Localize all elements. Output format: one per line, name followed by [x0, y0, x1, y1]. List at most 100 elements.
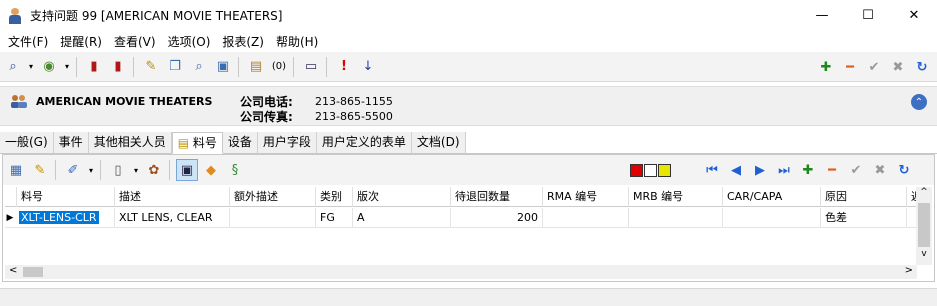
- cancel-row-icon[interactable]: ✖: [869, 159, 891, 181]
- menu-reminders[interactable]: 提醒(R): [60, 33, 102, 50]
- indicator-red: [630, 163, 643, 177]
- toolbar-separator: [169, 160, 170, 180]
- table-row[interactable]: ▶ XLT-LENS-CLR XLT LENS, CLEAR FG A 200 …: [5, 208, 927, 228]
- hscroll-thumb[interactable]: [23, 267, 43, 277]
- arrow-down-icon[interactable]: ↓: [357, 56, 379, 78]
- cell-category[interactable]: FG: [316, 208, 353, 228]
- refresh-row-icon[interactable]: ↻: [893, 159, 915, 181]
- cell-car-capa[interactable]: [723, 208, 821, 228]
- book-red-icon[interactable]: ▮: [83, 56, 105, 78]
- dropdown-arrow-icon[interactable]: ▾: [62, 56, 72, 78]
- tab-other-contacts[interactable]: 其他相关人员: [88, 132, 172, 153]
- edit-icon[interactable]: ✎: [29, 159, 51, 181]
- toolbar-separator: [76, 56, 77, 77]
- col-return-qty[interactable]: 待退回数量: [451, 187, 543, 207]
- link-icon[interactable]: §: [224, 159, 246, 181]
- menu-file[interactable]: 文件(F): [8, 33, 48, 50]
- col-revision[interactable]: 版次: [353, 187, 451, 207]
- document-icon[interactable]: ▯: [107, 159, 129, 181]
- first-record-icon[interactable]: ⏮: [701, 159, 723, 181]
- contacts-icon: [11, 95, 27, 108]
- tab-equipment[interactable]: 设备: [222, 132, 258, 153]
- window-icon[interactable]: ▣: [212, 56, 234, 78]
- company-name: AMERICAN MOVIE THEATERS: [36, 95, 213, 108]
- scroll-left-icon[interactable]: <: [9, 265, 17, 276]
- cell-part-number[interactable]: XLT-LENS-CLR: [15, 208, 115, 228]
- edit-note-icon[interactable]: ✎: [140, 56, 162, 78]
- prev-record-icon[interactable]: ◀: [725, 159, 747, 181]
- col-description[interactable]: 描述: [115, 187, 230, 207]
- col-part-number[interactable]: 料号: [17, 187, 115, 207]
- refresh-icon[interactable]: ↻: [911, 56, 933, 78]
- card-select-icon[interactable]: ▣: [176, 159, 198, 181]
- scroll-right-icon[interactable]: >: [905, 265, 913, 276]
- menu-bar: 文件(F) 提醒(R) 查看(V) 选项(O) 报表(Z) 帮助(H): [0, 31, 937, 52]
- scroll-down-icon[interactable]: v: [916, 249, 932, 263]
- menu-view[interactable]: 查看(V): [114, 33, 156, 50]
- copy-icon[interactable]: ❐: [164, 56, 186, 78]
- scroll-up-icon[interactable]: ^: [916, 187, 932, 201]
- menu-options[interactable]: 选项(O): [168, 33, 211, 50]
- dropdown-arrow-icon[interactable]: ▾: [26, 56, 36, 78]
- binoculars-icon[interactable]: ⌕: [2, 56, 24, 78]
- attachment-icon[interactable]: ▤: [245, 56, 267, 78]
- dropdown-arrow-icon[interactable]: ▾: [131, 159, 141, 181]
- add-row-icon[interactable]: ✚: [797, 159, 819, 181]
- alert-icon[interactable]: !: [333, 56, 355, 78]
- cell-rma-number[interactable]: [543, 208, 629, 228]
- remove-icon[interactable]: ━: [839, 56, 861, 78]
- close-button[interactable]: ✕: [891, 0, 937, 31]
- app-icon: [8, 7, 22, 24]
- cell-return-qty[interactable]: 200: [451, 208, 543, 228]
- scroll-thumb[interactable]: [918, 203, 930, 247]
- book-red-icon[interactable]: ▮: [107, 56, 129, 78]
- tab-strip: 一般(G) 事件 其他相关人员 ▤ 料号 设备 用户字段 用户定义的表单 文档(…: [0, 132, 937, 154]
- tab-documents[interactable]: 文档(D): [411, 132, 466, 153]
- row-header-spacer: [5, 187, 17, 207]
- col-rma-number[interactable]: RMA 编号: [543, 187, 629, 207]
- col-mrb-number[interactable]: MRB 编号: [629, 187, 723, 207]
- maximize-button[interactable]: ☐: [845, 0, 891, 31]
- attachment-count: (0): [271, 61, 287, 72]
- vertical-scrollbar[interactable]: ^ v: [916, 187, 932, 265]
- card-icon[interactable]: ▭: [300, 56, 322, 78]
- next-record-icon[interactable]: ▶: [749, 159, 771, 181]
- globe-tool-icon[interactable]: ◉: [38, 56, 60, 78]
- collapse-header-icon[interactable]: ⌃: [911, 94, 927, 110]
- delete-row-icon[interactable]: ━: [821, 159, 843, 181]
- tab-general[interactable]: 一般(G): [0, 132, 54, 153]
- col-reason[interactable]: 原因: [821, 187, 907, 207]
- col-car-capa[interactable]: CAR/CAPA: [723, 187, 821, 207]
- menu-help[interactable]: 帮助(H): [276, 33, 318, 50]
- cell-extra-description[interactable]: [230, 208, 316, 228]
- cell-revision[interactable]: A: [353, 208, 451, 228]
- pen-icon[interactable]: ✐: [62, 159, 84, 181]
- add-icon[interactable]: ✚: [815, 56, 837, 78]
- cell-mrb-number[interactable]: [629, 208, 723, 228]
- box-icon[interactable]: ◆: [200, 159, 222, 181]
- part-tab-icon: ▤: [177, 136, 193, 150]
- toolbar-separator: [326, 56, 327, 77]
- save-row-icon[interactable]: ✔: [845, 159, 867, 181]
- tab-user-fields[interactable]: 用户字段: [257, 132, 317, 153]
- window-title: 支持问题 99 [AMERICAN MOVIE THEATERS]: [30, 9, 283, 23]
- cancel-icon[interactable]: ✖: [887, 56, 909, 78]
- palette-icon[interactable]: ✿: [143, 159, 165, 181]
- search-doc-icon[interactable]: ⌕: [188, 56, 210, 78]
- cell-description[interactable]: XLT LENS, CLEAR: [115, 208, 230, 228]
- col-extra-description[interactable]: 额外描述: [230, 187, 316, 207]
- col-category[interactable]: 类别: [316, 187, 353, 207]
- toolbar-separator: [100, 160, 101, 180]
- horizontal-scrollbar[interactable]: < >: [5, 265, 917, 279]
- cell-reason[interactable]: 色差: [821, 208, 907, 228]
- status-bar: [0, 288, 937, 306]
- tab-part-numbers[interactable]: ▤ 料号: [171, 132, 223, 154]
- tab-events[interactable]: 事件: [53, 132, 89, 153]
- tab-user-forms[interactable]: 用户定义的表单: [316, 132, 412, 153]
- menu-reports[interactable]: 报表(Z): [222, 33, 264, 50]
- last-record-icon[interactable]: ⏭: [773, 159, 795, 181]
- dropdown-arrow-icon[interactable]: ▾: [86, 159, 96, 181]
- confirm-icon[interactable]: ✔: [863, 56, 885, 78]
- grid-view-icon[interactable]: ▦: [5, 159, 27, 181]
- minimize-button[interactable]: —: [799, 0, 845, 31]
